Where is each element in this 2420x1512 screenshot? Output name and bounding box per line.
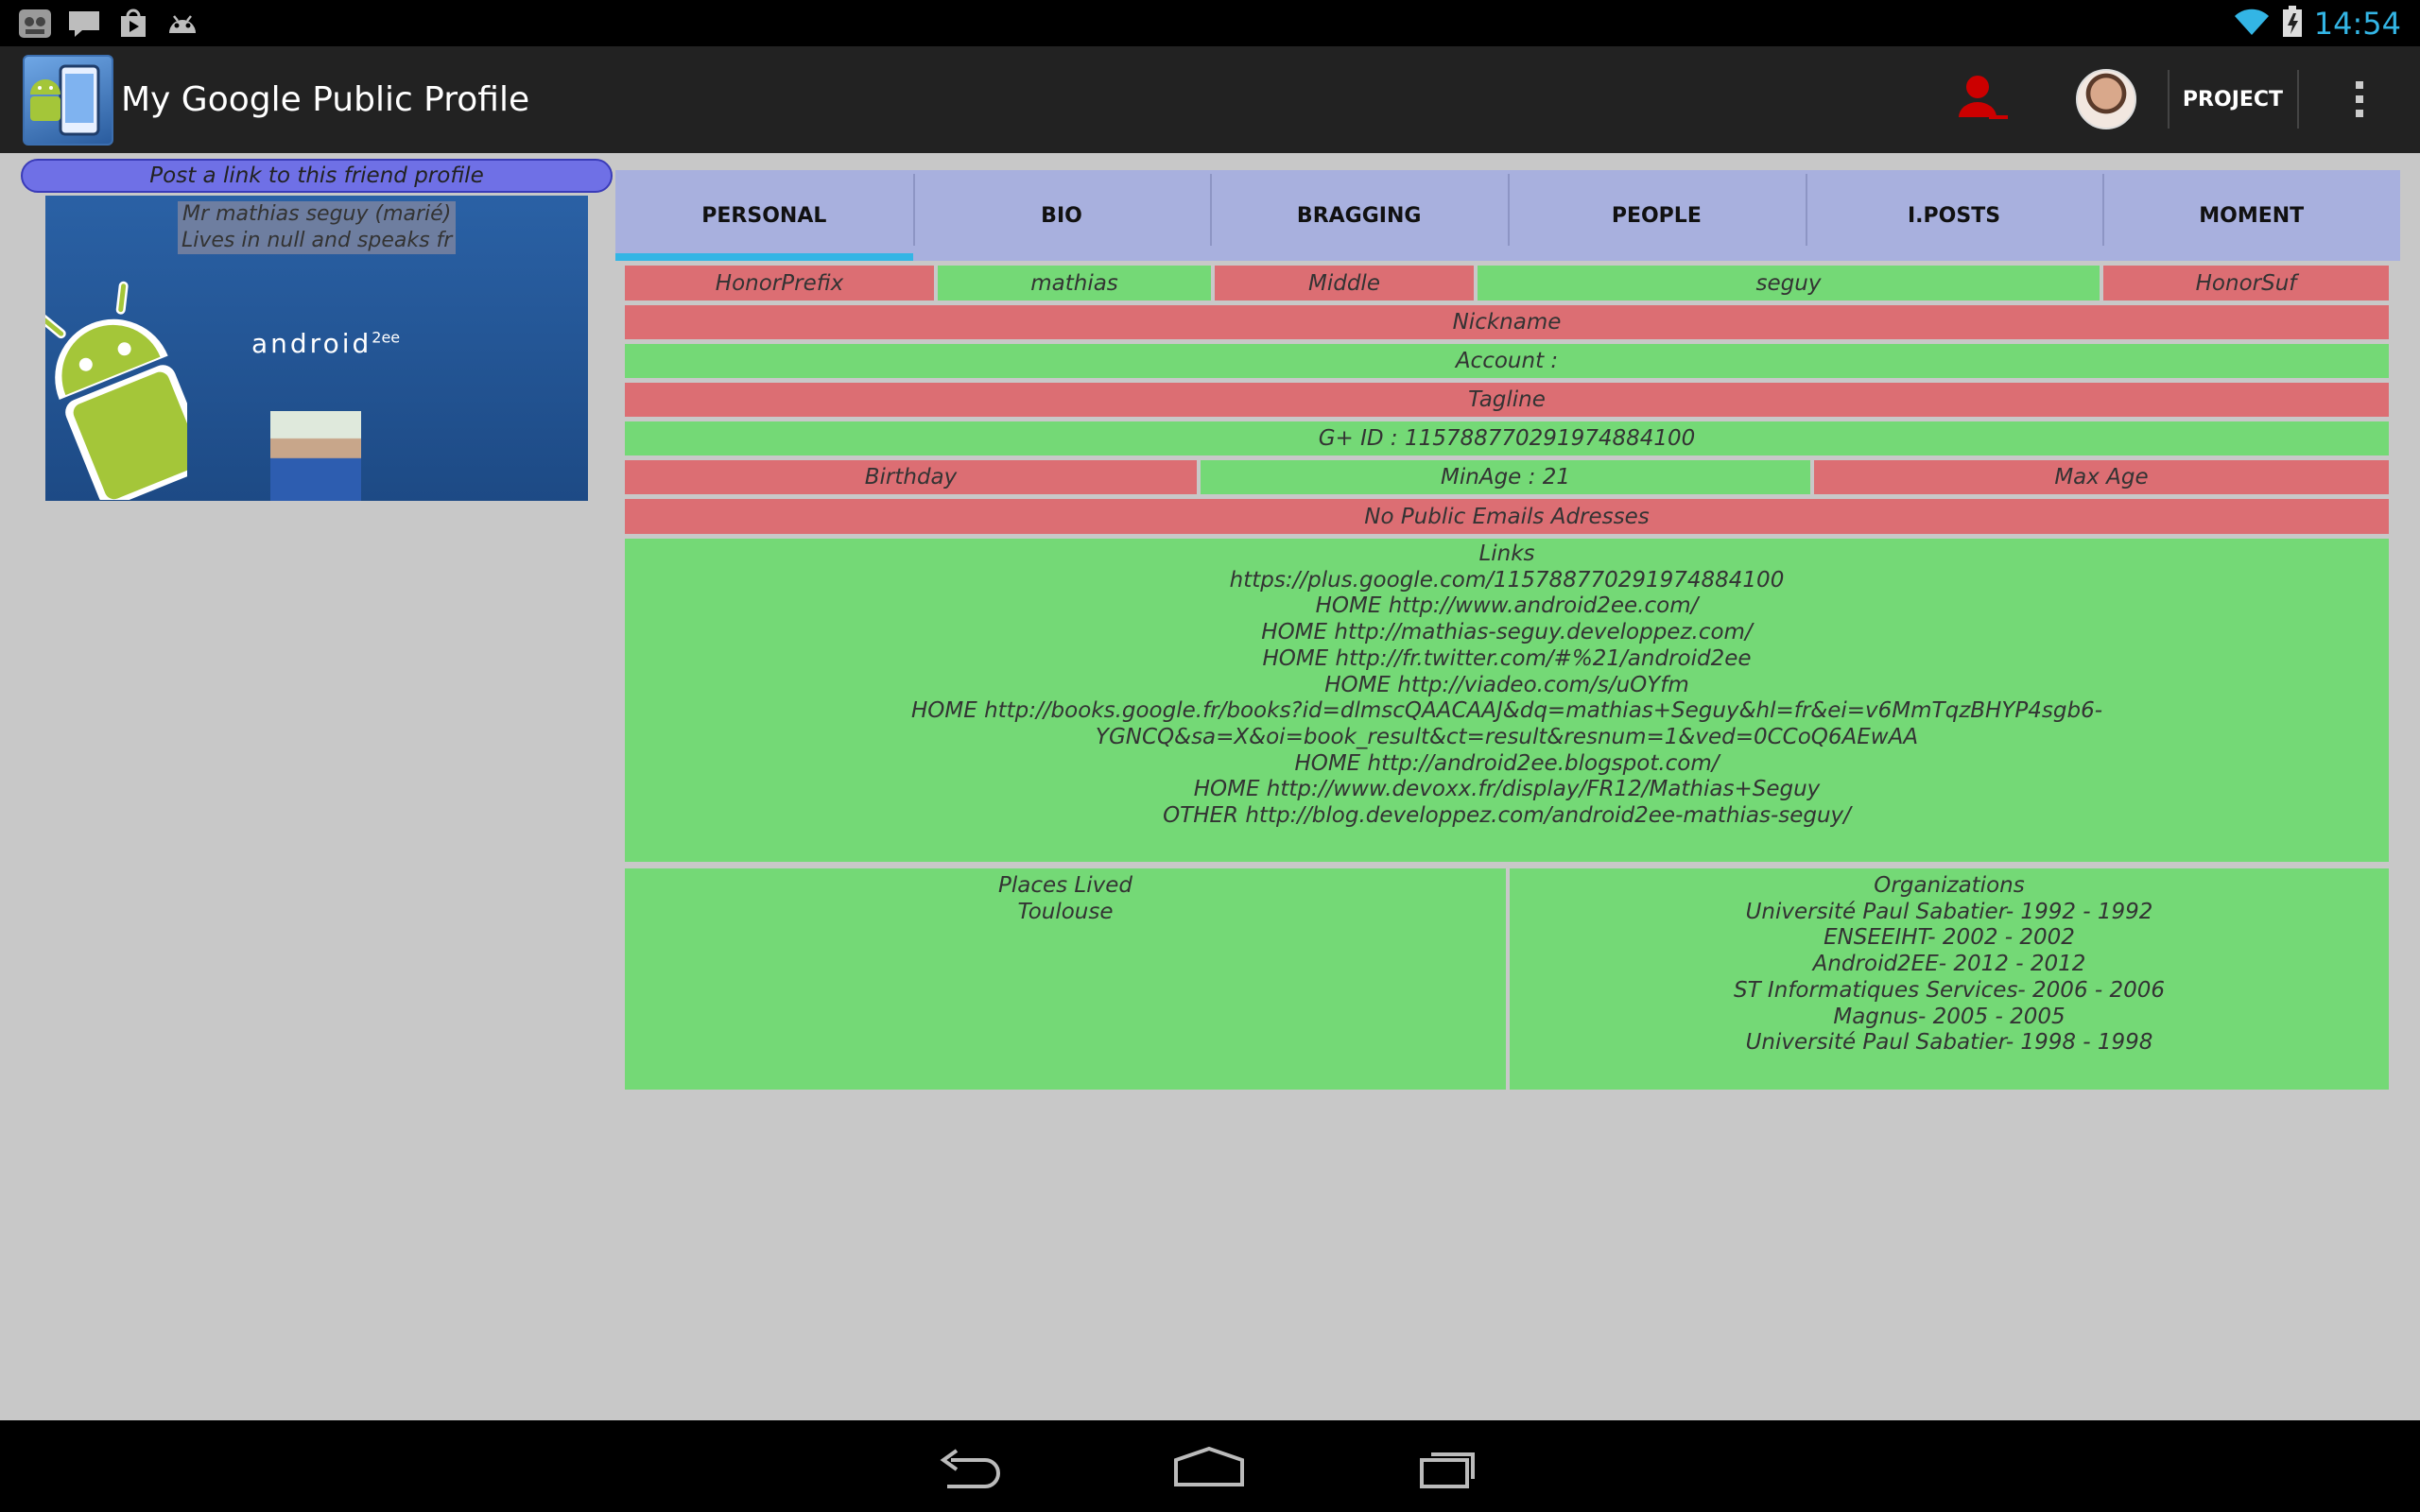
- link-item[interactable]: HOME http://www.android2ee.com/: [625, 593, 2389, 620]
- post-link-button[interactable]: Post a link to this friend profile: [21, 159, 613, 193]
- links-section: Links https://plus.google.com/1157887702…: [625, 539, 2389, 862]
- overflow-menu-icon[interactable]: [2335, 75, 2384, 124]
- back-icon[interactable]: [926, 1439, 1011, 1496]
- link-item[interactable]: HOME http://mathias-seguy.developpez.com…: [625, 620, 2389, 646]
- project-button[interactable]: PROJECT: [2170, 46, 2295, 153]
- link-item[interactable]: HOME http://www.devoxx.fr/display/FR12/M…: [625, 777, 2389, 803]
- tab-bragging[interactable]: BRAGGING: [1210, 170, 1508, 261]
- home-icon[interactable]: [1167, 1439, 1252, 1496]
- cover-caption: Mr mathias seguy (marié) Lives in null a…: [178, 201, 457, 254]
- link-item[interactable]: HOME http://android2ee.blogspot.com/: [625, 751, 2389, 778]
- middle-name-field: Middle: [1215, 266, 1474, 301]
- wifi-icon: [2233, 7, 2271, 41]
- action-bar: My Google Public Profile PROJECT: [0, 46, 2420, 153]
- link-item[interactable]: HOME http://books.google.fr/books?id=dlm…: [625, 698, 2389, 725]
- tab-moment[interactable]: MOMENT: [2102, 170, 2400, 261]
- min-age-field: MinAge : 21: [1201, 460, 1810, 494]
- link-item[interactable]: https://plus.google.com/1157887702919748…: [625, 568, 2389, 594]
- emails-field: No Public Emails Adresses: [625, 499, 2389, 534]
- organizations-title: Organizations: [1874, 873, 2025, 898]
- honor-prefix-field: HonorPrefix: [625, 266, 934, 301]
- max-age-field: Max Age: [1814, 460, 2389, 494]
- section-tabs: PERSONAL BIO BRAGGING PEOPLE I.POSTS MOM…: [615, 170, 2400, 261]
- birthday-field: Birthday: [625, 460, 1197, 494]
- clock: 14:54: [2313, 5, 2401, 42]
- app-title: My Google Public Profile: [121, 80, 530, 119]
- app-logo-icon[interactable]: [23, 55, 113, 146]
- link-item-continued[interactable]: YGNCQ&sa=X&oi=book_result&ct=result&resn…: [625, 725, 2389, 751]
- tab-personal[interactable]: PERSONAL: [615, 170, 913, 261]
- link-item[interactable]: HOME http://fr.twitter.com/#%21/android2…: [625, 646, 2389, 673]
- nickname-field: Nickname: [625, 305, 2389, 339]
- remove-person-icon[interactable]: [1955, 70, 2012, 127]
- given-name-field: mathias: [938, 266, 1211, 301]
- tagline-field: Tagline: [625, 383, 2389, 417]
- tab-iposts[interactable]: I.POSTS: [1805, 170, 2103, 261]
- status-bar: 14:54: [0, 0, 2420, 46]
- honor-suffix-field: HonorSuf: [2103, 266, 2389, 301]
- organization-item: Magnus- 2005 - 2005: [1833, 1004, 2066, 1029]
- place-item: Toulouse: [1017, 899, 1114, 924]
- links-title: Links: [1478, 541, 1535, 566]
- android-robot-icon: [45, 281, 187, 500]
- organization-item: ST Informatiques Services- 2006 - 2006: [1733, 977, 2166, 1003]
- organization-item: ENSEEIHT- 2002 - 2002: [1824, 925, 2075, 951]
- tab-bio[interactable]: BIO: [912, 170, 1211, 261]
- action-divider: [2297, 70, 2299, 129]
- battery-icon: [2282, 5, 2303, 42]
- organization-item: Android2EE- 2012 - 2012: [1812, 952, 2086, 977]
- user-avatar[interactable]: [2076, 69, 2136, 129]
- profile-name-line: Mr mathias seguy (marié): [182, 202, 452, 226]
- android2ee-logo: android2ee: [251, 328, 401, 359]
- play-store-icon: [115, 8, 151, 40]
- places-lived-section: Places Lived Toulouse: [625, 868, 1506, 1090]
- tab-people[interactable]: PEOPLE: [1508, 170, 1806, 261]
- talk-icon: [66, 8, 102, 40]
- places-title: Places Lived: [997, 873, 1132, 898]
- navigation-bar: [0, 1420, 2420, 1512]
- android-icon: [164, 8, 200, 40]
- organization-item: Université Paul Sabatier- 1998 - 1998: [1745, 1030, 2153, 1056]
- recent-apps-icon[interactable]: [1409, 1439, 1494, 1496]
- cover-image: Mr mathias seguy (marié) Lives in null a…: [45, 196, 588, 501]
- organizations-section: Organizations Université Paul Sabatier- …: [1510, 868, 2389, 1090]
- action-divider: [2168, 70, 2169, 129]
- link-item[interactable]: OTHER http://blog.developpez.com/android…: [625, 803, 2389, 830]
- profile-location-line: Lives in null and speaks fr: [182, 229, 453, 252]
- link-item[interactable]: HOME http://viadeo.com/s/uOYfm: [625, 673, 2389, 699]
- account-field: Account :: [625, 344, 2389, 378]
- app-notification-icon: [17, 8, 53, 40]
- profile-photo[interactable]: [270, 411, 361, 501]
- organization-item: Université Paul Sabatier- 1992 - 1992: [1745, 899, 2153, 924]
- gplus-id-field: G+ ID : 115788770291974884100: [625, 421, 2389, 455]
- family-name-field: seguy: [1478, 266, 2100, 301]
